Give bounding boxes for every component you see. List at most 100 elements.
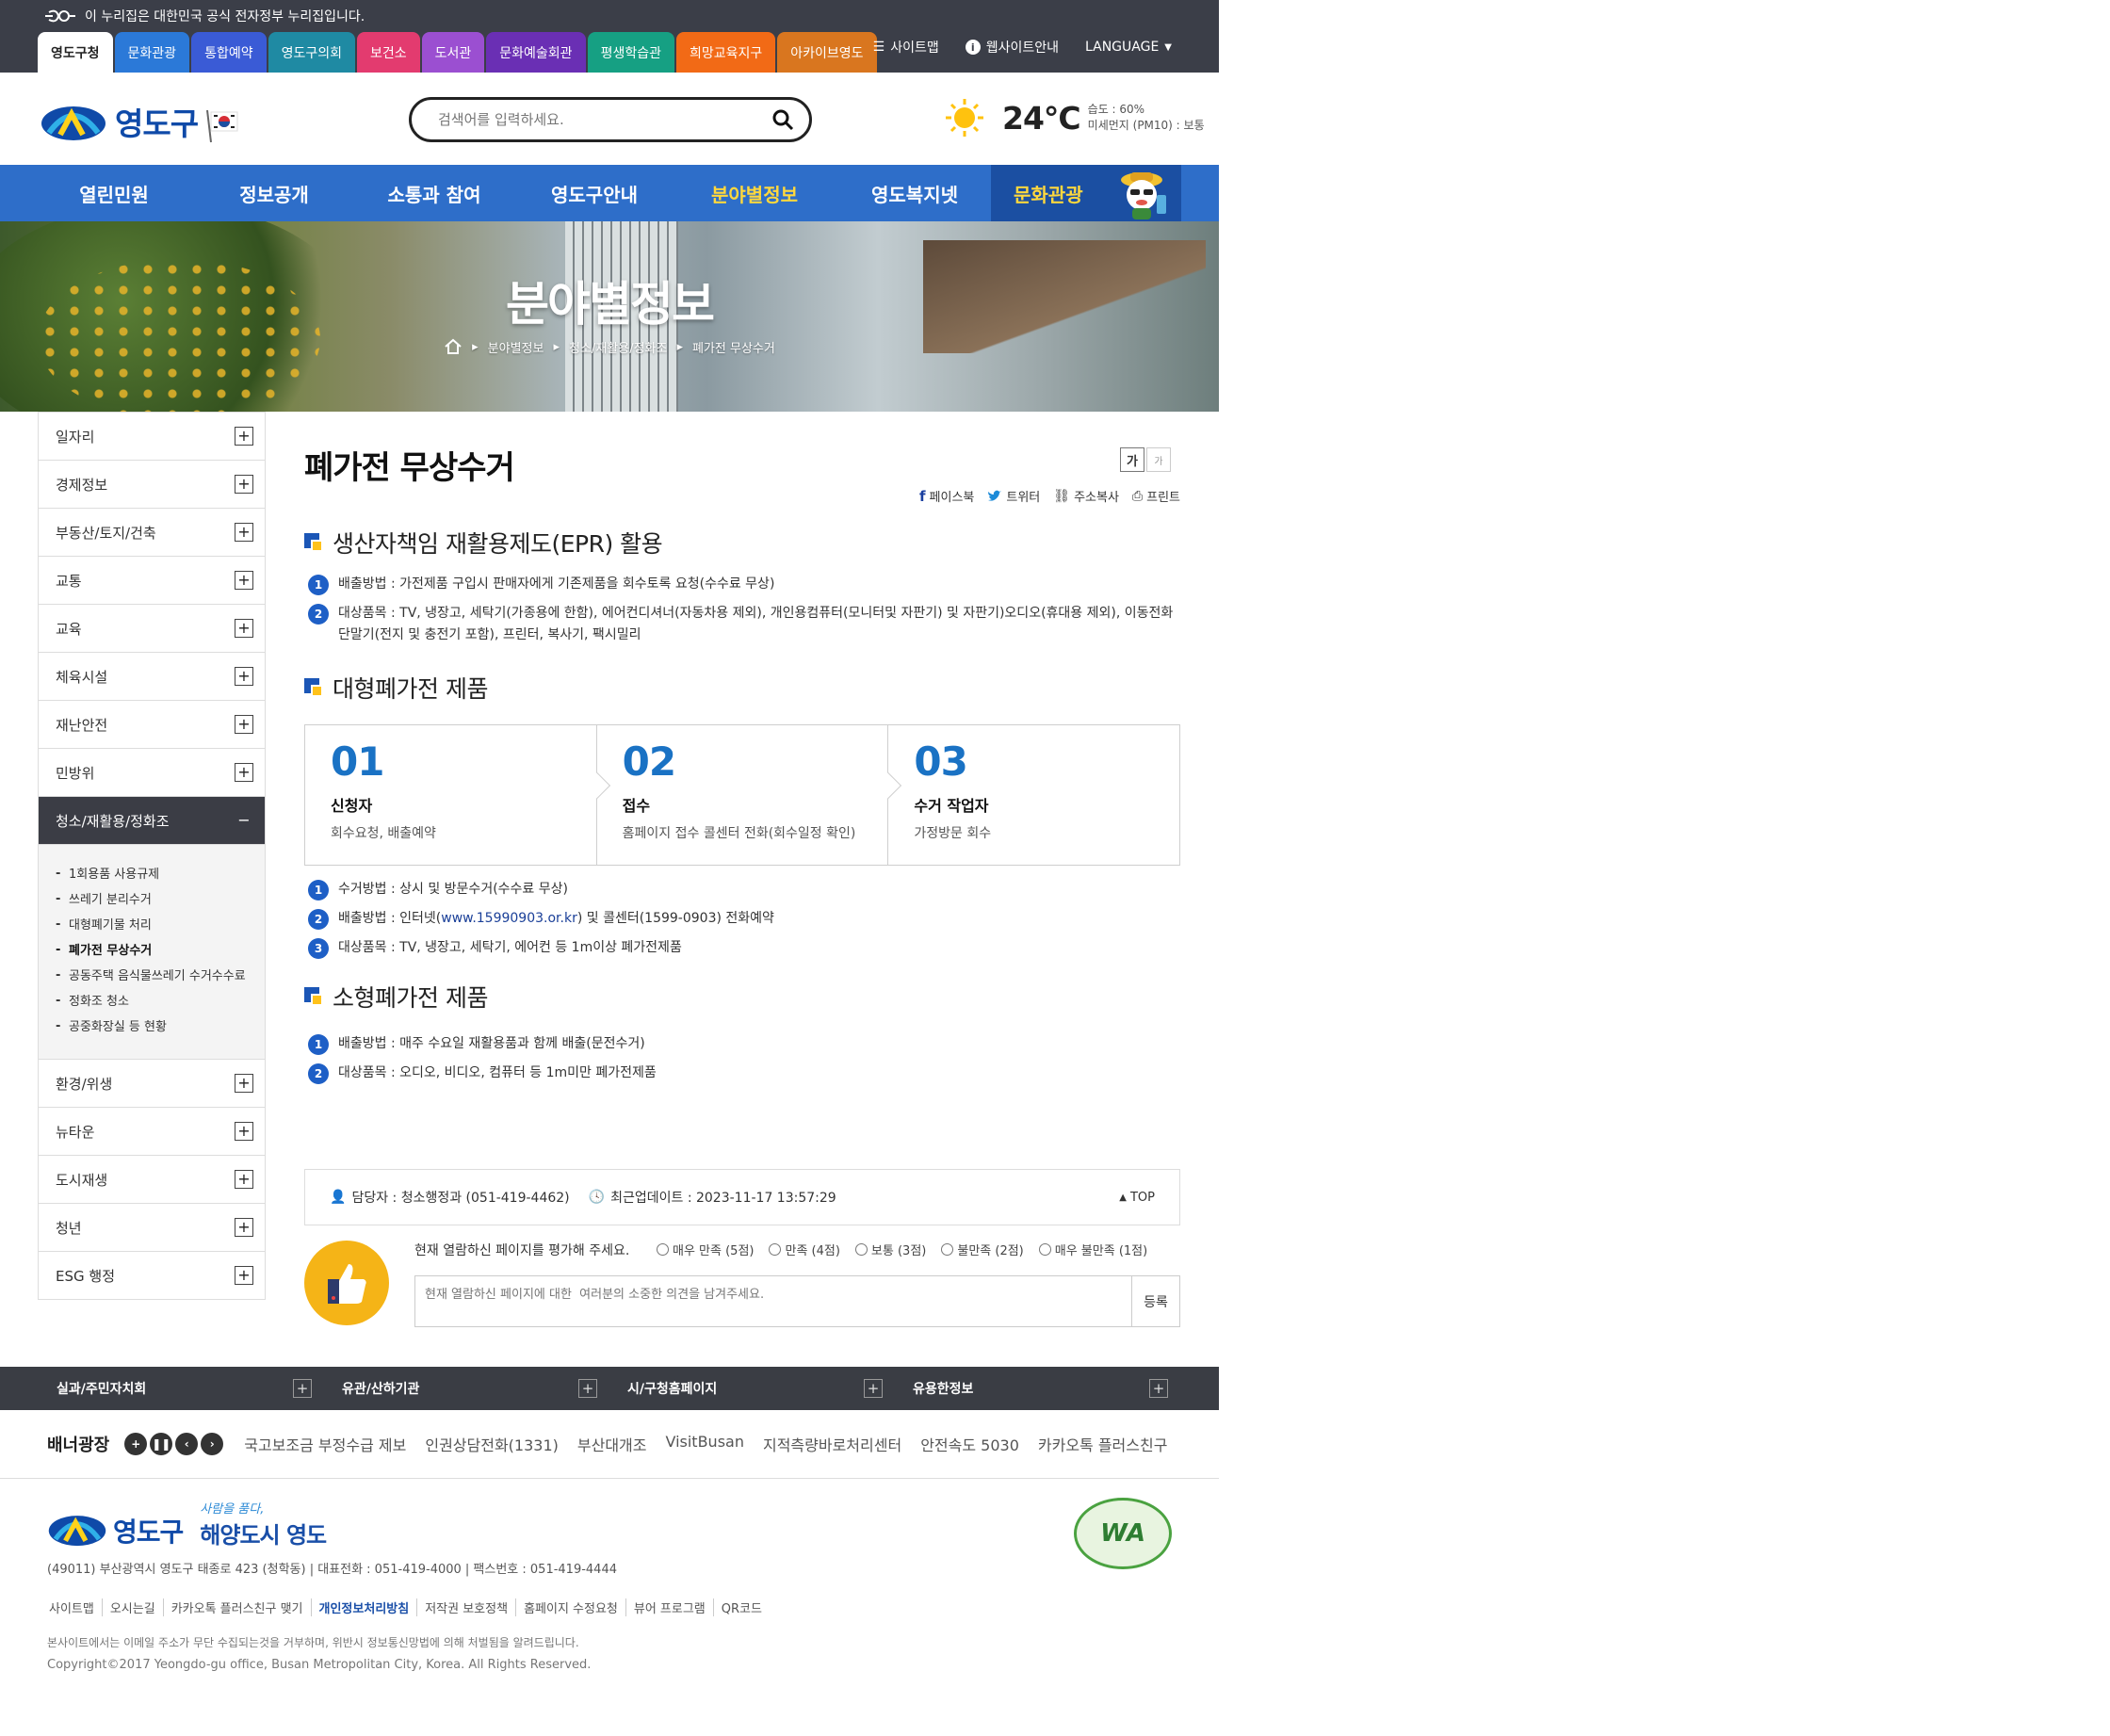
banner-item[interactable]: 카카오톡 플러스친구 xyxy=(1038,1433,1168,1455)
site-tab-8[interactable]: 희망교육지구 xyxy=(675,32,776,73)
pause-icon[interactable]: ❚❚ xyxy=(150,1433,173,1455)
share-facebook[interactable]: f 페이스북 xyxy=(919,487,974,506)
font-large-button[interactable]: 가 xyxy=(1120,447,1144,472)
plus-icon[interactable]: + xyxy=(235,619,253,638)
site-tab-2[interactable]: 통합예약 xyxy=(191,32,267,73)
survey-option[interactable]: 매우 불만족 (1점) xyxy=(1038,1241,1147,1258)
lnb-item[interactable]: 청년 + xyxy=(39,1203,265,1251)
plus-icon[interactable]: + xyxy=(235,475,253,494)
site-tab-1[interactable]: 문화관광 xyxy=(114,32,190,73)
minus-icon[interactable]: − xyxy=(235,811,253,830)
banner-item[interactable]: 인권상담전화(1331) xyxy=(425,1433,559,1455)
lnb-item[interactable]: 재난안전 + xyxy=(39,700,265,748)
gnb-item-4[interactable]: 분야별정보 xyxy=(674,165,835,221)
banner-item[interactable]: VisitBusan xyxy=(665,1433,744,1455)
lnb-item[interactable]: 교통 + xyxy=(39,556,265,604)
lnb-item[interactable]: 체육시설 + xyxy=(39,652,265,700)
home-icon[interactable] xyxy=(444,337,463,356)
radio-button[interactable] xyxy=(769,1243,782,1256)
plus-icon[interactable]: + xyxy=(235,763,253,782)
lnb-item[interactable]: 경제정보 + xyxy=(39,460,265,508)
breadcrumb-item[interactable]: 폐가전 무상수거 xyxy=(692,338,775,356)
radio-button[interactable] xyxy=(1038,1243,1051,1256)
footer-link-dropdown[interactable]: 유관/산하기관 + xyxy=(323,1367,609,1410)
site-tab-0[interactable]: 영도구청 xyxy=(38,32,113,73)
banner-item[interactable]: 국고보조금 부정수급 제보 xyxy=(244,1433,406,1455)
search-icon[interactable] xyxy=(771,108,794,131)
site-logo[interactable]: 영도구 xyxy=(40,99,241,144)
site-tab-6[interactable]: 문화예술회관 xyxy=(486,32,586,73)
site-tab-7[interactable]: 평생학습관 xyxy=(587,32,674,73)
search-input[interactable] xyxy=(438,111,771,128)
breadcrumb-item[interactable]: 분야별정보 xyxy=(488,338,544,356)
plus-icon[interactable]: + xyxy=(578,1379,597,1398)
gnb-item-1[interactable]: 정보공개 xyxy=(194,165,354,221)
survey-comment-input[interactable] xyxy=(414,1275,1132,1327)
survey-submit-button[interactable]: 등록 xyxy=(1132,1275,1180,1327)
banner-item[interactable]: 안전속도 5030 xyxy=(920,1433,1019,1455)
radio-button[interactable] xyxy=(657,1243,669,1256)
footer-link-dropdown[interactable]: 시/구청홈페이지 + xyxy=(609,1367,894,1410)
site-tab-9[interactable]: 아카이브영도 xyxy=(777,32,877,73)
survey-option[interactable]: 매우 만족 (5점) xyxy=(657,1241,754,1258)
plus-icon[interactable]: + xyxy=(235,1074,253,1093)
lnb-item[interactable]: 부동산/토지/건축 + xyxy=(39,508,265,556)
chevron-left-icon[interactable]: ‹ xyxy=(175,1433,199,1455)
lnb-sub-item[interactable]: 대형폐기물 처리 xyxy=(56,913,252,938)
survey-option[interactable]: 보통 (3점) xyxy=(854,1241,926,1258)
plus-icon[interactable]: + xyxy=(235,571,253,590)
footer-menu-item[interactable]: 카카오톡 플러스친구 맺기 xyxy=(162,1598,311,1616)
print-button[interactable]: ⎙ 프린트 xyxy=(1132,487,1180,506)
recycle-site-link[interactable]: www.15990903.or.kr xyxy=(441,911,577,926)
plus-icon[interactable]: + xyxy=(235,1218,253,1237)
site-tab-5[interactable]: 도서관 xyxy=(421,32,485,73)
gnb-culture-tour[interactable]: 문화관광 xyxy=(991,165,1181,221)
top-button[interactable]: ▲ TOP xyxy=(1119,1191,1155,1205)
lnb-item[interactable]: 교육 + xyxy=(39,604,265,652)
plus-icon[interactable]: + xyxy=(235,667,253,686)
lnb-item[interactable]: 일자리 + xyxy=(39,412,265,460)
footer-menu-item[interactable]: 뷰어 프로그램 xyxy=(625,1598,713,1616)
radio-button[interactable] xyxy=(941,1243,954,1256)
survey-option[interactable]: 만족 (4점) xyxy=(769,1241,840,1258)
plus-icon[interactable]: + xyxy=(235,1266,253,1285)
footer-link-dropdown[interactable]: 유용한정보 + xyxy=(894,1367,1179,1410)
lnb-item[interactable]: 도시재생 + xyxy=(39,1155,265,1203)
lnb-sub-item[interactable]: 쓰레기 분리수거 xyxy=(56,887,252,913)
plus-icon[interactable]: + xyxy=(235,523,253,542)
plus-icon[interactable]: + xyxy=(235,1122,253,1141)
footer-link-dropdown[interactable]: 실과/주민자치회 + xyxy=(38,1367,323,1410)
plus-icon[interactable]: + xyxy=(235,427,253,446)
lnb-item[interactable]: 뉴타운 + xyxy=(39,1107,265,1155)
chevron-right-icon[interactable]: › xyxy=(201,1433,224,1455)
footer-menu-item[interactable]: 저작권 보호정책 xyxy=(416,1598,515,1616)
banner-item[interactable]: 부산대개조 xyxy=(577,1433,647,1455)
radio-button[interactable] xyxy=(854,1243,868,1256)
gnb-item-0[interactable]: 열린민원 xyxy=(34,165,194,221)
copy-url[interactable]: ⛓ 주소복사 xyxy=(1053,487,1119,506)
website-guide-link[interactable]: i 웹사이트안내 xyxy=(965,38,1059,57)
footer-menu-item[interactable]: QR코드 xyxy=(712,1598,770,1616)
plus-icon[interactable]: + xyxy=(124,1433,148,1455)
lnb-sub-item[interactable]: 정화조 청소 xyxy=(56,989,252,1014)
footer-menu-item[interactable]: 개인정보처리방침 xyxy=(310,1598,417,1616)
plus-icon[interactable]: + xyxy=(864,1379,883,1398)
lnb-item[interactable]: 환경/위생 + xyxy=(39,1059,265,1107)
lnb-item[interactable]: ESG 행정 + xyxy=(39,1251,265,1299)
gnb-item-2[interactable]: 소통과 참여 xyxy=(354,165,514,221)
footer-menu-item[interactable]: 오시는길 xyxy=(101,1598,163,1616)
lnb-sub-item[interactable]: 공동주택 음식물쓰레기 수거수수료 xyxy=(56,964,252,989)
plus-icon[interactable]: + xyxy=(235,1170,253,1189)
gnb-item-3[interactable]: 영도구안내 xyxy=(514,165,674,221)
footer-menu-item[interactable]: 사이트맵 xyxy=(47,1598,102,1616)
site-tab-4[interactable]: 보건소 xyxy=(357,32,420,73)
lnb-sub-item[interactable]: 폐가전 무상수거 xyxy=(56,938,252,964)
plus-icon[interactable]: + xyxy=(293,1379,312,1398)
gnb-item-5[interactable]: 영도복지넷 xyxy=(835,165,995,221)
lnb-item[interactable]: 민방위 + xyxy=(39,748,265,796)
survey-option[interactable]: 불만족 (2점) xyxy=(941,1241,1024,1258)
plus-icon[interactable]: + xyxy=(235,715,253,734)
banner-item[interactable]: 지적측량바로처리센터 xyxy=(763,1433,901,1455)
lnb-sub-item[interactable]: 1회용품 사용규제 xyxy=(56,862,252,887)
sitemap-link[interactable]: ☰ 사이트맵 xyxy=(873,38,939,57)
